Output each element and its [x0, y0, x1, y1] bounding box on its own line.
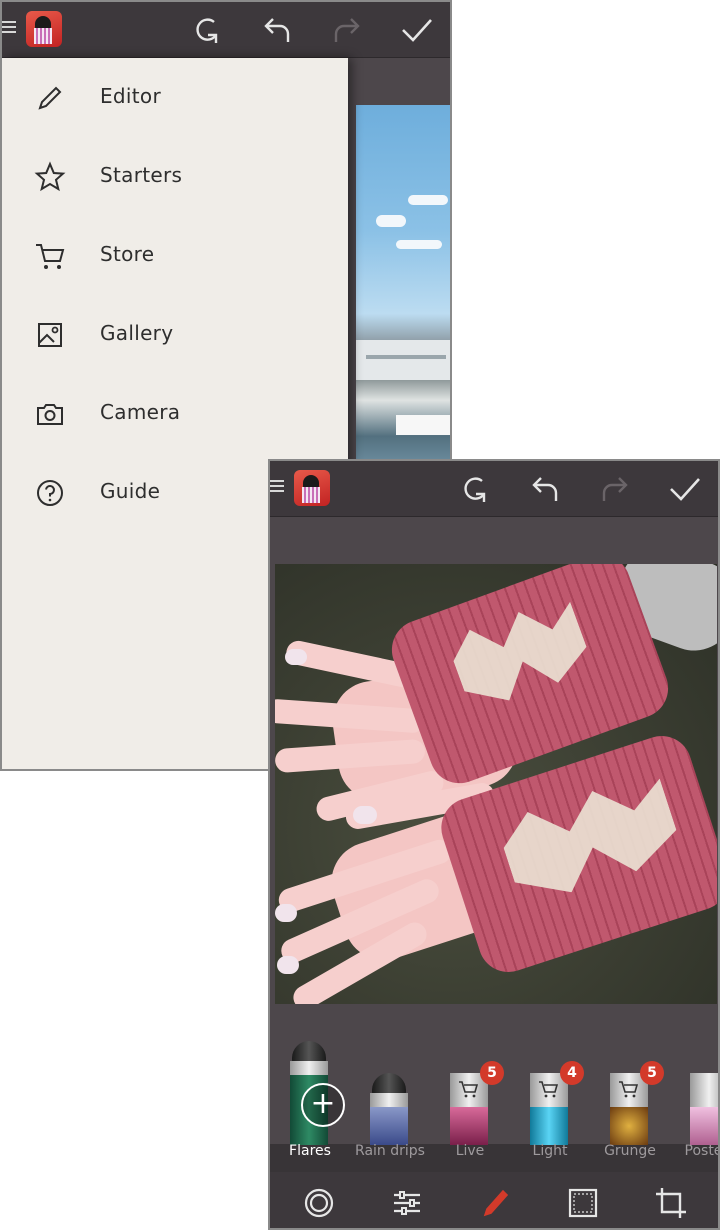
- filter-label: Live: [455, 1143, 485, 1159]
- gallery-icon: [34, 319, 66, 351]
- menu-item-label: Starters: [100, 163, 183, 187]
- adjust-icon[interactable]: [389, 1185, 425, 1221]
- filter-strip: + Flares Rain drips 5 Live 4 Light 5 Gru…: [270, 1027, 718, 1172]
- filter-label: Light: [532, 1143, 568, 1159]
- filter-posters[interactable]: Posters: [670, 1027, 718, 1172]
- menu-item-camera[interactable]: Camera: [2, 379, 348, 449]
- filter-rain-drips[interactable]: Rain drips: [350, 1027, 430, 1172]
- cart-icon: [458, 1079, 480, 1099]
- menu-icon[interactable]: [270, 477, 284, 499]
- count-badge: 5: [480, 1061, 504, 1085]
- bottom-toolbar: [270, 1172, 718, 1228]
- add-icon[interactable]: +: [301, 1083, 345, 1127]
- frame-icon[interactable]: [565, 1185, 601, 1221]
- menu-item-label: Guide: [100, 479, 161, 503]
- filter-label: Rain drips: [355, 1143, 425, 1159]
- app-logo-icon: [294, 470, 330, 506]
- menu-item-label: Store: [100, 242, 155, 266]
- menu-item-editor[interactable]: Editor: [2, 63, 348, 133]
- menu-item-store[interactable]: Store: [2, 221, 348, 291]
- brush-icon[interactable]: [477, 1185, 513, 1221]
- undo-icon[interactable]: [260, 13, 294, 47]
- top-toolbar: [2, 2, 450, 58]
- top-toolbar: [270, 461, 718, 517]
- filter-flares[interactable]: + Flares: [270, 1027, 350, 1172]
- undo-icon[interactable]: [528, 472, 562, 506]
- menu-item-label: Gallery: [100, 321, 174, 345]
- reset-icon[interactable]: [190, 13, 224, 47]
- filter-light[interactable]: 4 Light: [510, 1027, 590, 1172]
- redo-icon[interactable]: [598, 472, 632, 506]
- count-badge: 5: [640, 1061, 664, 1085]
- check-icon[interactable]: [400, 13, 434, 47]
- cart-icon: [538, 1079, 560, 1099]
- filter-label: Grunge: [604, 1143, 656, 1159]
- filter-grunge[interactable]: 5 Grunge: [590, 1027, 670, 1172]
- phone-screen-editor: + Flares Rain drips 5 Live 4 Light 5 Gru…: [268, 459, 720, 1230]
- menu-item-starters[interactable]: Starters: [2, 142, 348, 212]
- cart-icon: [618, 1079, 640, 1099]
- filter-live[interactable]: 5 Live: [430, 1027, 510, 1172]
- app-logo-icon: [26, 11, 62, 47]
- filter-label: Posters: [684, 1143, 718, 1159]
- menu-item-gallery[interactable]: Gallery: [2, 300, 348, 370]
- filter-label: Flares: [289, 1143, 331, 1159]
- cart-icon: [34, 240, 66, 272]
- menu-item-label: Camera: [100, 400, 181, 424]
- pencil-icon: [34, 82, 66, 114]
- count-badge: 4: [560, 1061, 584, 1085]
- help-icon: [34, 477, 66, 509]
- photo-canvas[interactable]: [275, 564, 717, 1004]
- check-icon[interactable]: [668, 472, 702, 506]
- menu-icon[interactable]: [2, 18, 16, 40]
- vignette-icon[interactable]: [301, 1185, 337, 1221]
- photo-preview: [356, 105, 450, 465]
- redo-icon[interactable]: [330, 13, 364, 47]
- crop-icon[interactable]: [653, 1185, 689, 1221]
- star-icon: [34, 161, 66, 193]
- camera-icon: [34, 398, 66, 430]
- menu-item-label: Editor: [100, 84, 161, 108]
- reset-icon[interactable]: [458, 472, 492, 506]
